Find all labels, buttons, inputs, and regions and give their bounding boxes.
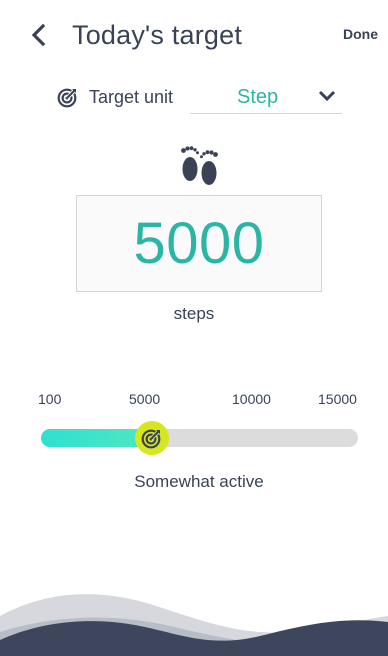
today-target-screen: Today's target Done Target unit Step 500… — [0, 0, 388, 656]
slider-tick-label: 15000 — [318, 391, 357, 407]
wave-decoration — [0, 594, 388, 656]
target-slider[interactable] — [41, 421, 358, 455]
slider-thumb[interactable] — [135, 421, 169, 455]
target-unit-label: Target unit — [89, 87, 174, 107]
chevron-left-icon — [31, 24, 46, 46]
header: Today's target Done — [0, 0, 388, 70]
done-button[interactable]: Done — [343, 26, 378, 42]
back-button[interactable] — [26, 22, 52, 48]
chevron-down-icon — [318, 90, 336, 102]
activity-level-label: Somewhat active — [134, 472, 264, 491]
page-title: Today's target — [72, 20, 243, 50]
target-value: 5000 — [133, 211, 265, 276]
target-unit-row: Target unit Step — [0, 78, 388, 118]
slider-tick-label: 100 — [38, 391, 62, 407]
target-icon — [141, 429, 161, 449]
target-unit-dropdown[interactable]: Step — [190, 78, 342, 114]
target-unit-value: Step — [237, 86, 279, 108]
target-value-unit: steps — [173, 304, 215, 323]
slider-tick-label: 5000 — [129, 391, 161, 407]
slider-tick-label: 10000 — [232, 391, 271, 407]
target-icon — [57, 88, 77, 108]
target-value-field[interactable]: 5000 — [76, 195, 322, 292]
footprints-icon — [181, 146, 218, 185]
